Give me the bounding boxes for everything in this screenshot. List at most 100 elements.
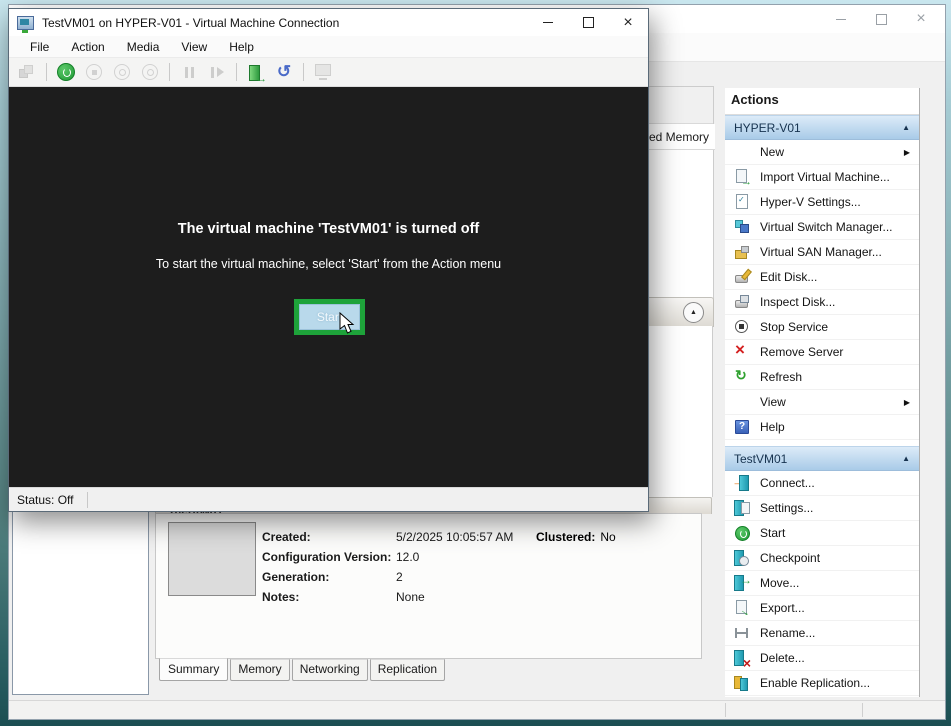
action-view[interactable]: View ▶ [725, 390, 919, 415]
action-new[interactable]: New ▶ [725, 140, 919, 165]
action-help-vm[interactable]: Help ▶ [725, 696, 919, 697]
start-icon [734, 525, 750, 541]
virtual-san-icon [734, 244, 750, 260]
action-item-label: Remove Server [760, 345, 843, 359]
vm-off-heading: The virtual machine 'TestVM01' is turned… [9, 221, 648, 237]
start-icon[interactable] [54, 60, 78, 84]
action-settings[interactable]: Settings... ▶ [725, 496, 919, 521]
edit-disk-icon [734, 269, 750, 285]
inspect-disk-icon [734, 294, 750, 310]
actions-panel-title: Actions [725, 88, 919, 115]
ctrl-alt-delete-icon[interactable] [15, 60, 39, 84]
checkpoints-panel-header-fragment: ▲ [640, 297, 714, 327]
field-generation: Generation:2 [262, 570, 513, 584]
action-export[interactable]: Export... ▶ [725, 596, 919, 621]
minimize-icon[interactable] [528, 10, 568, 36]
mouse-cursor-icon [339, 312, 356, 335]
vm-menu-bar: File Action Media View Help [9, 36, 648, 57]
action-virtual-switch-manager[interactable]: Virtual Switch Manager... ▶ [725, 215, 919, 240]
field-created: Created:5/2/2025 10:05:57 AM [262, 530, 513, 544]
maximize-icon[interactable] [568, 10, 608, 36]
virtual-machines-panel-fragment: ed Memory [646, 86, 714, 300]
tab-memory[interactable]: Memory [230, 659, 289, 681]
minimize-icon[interactable] [821, 6, 861, 32]
field-value: None [396, 590, 425, 604]
action-start[interactable]: Start ▶ [725, 521, 919, 546]
rename-icon [734, 625, 750, 641]
action-remove-server[interactable]: Remove Server ▶ [725, 340, 919, 365]
action-item-label: View [760, 395, 786, 409]
help-icon [734, 419, 750, 435]
vm-connection-window: TestVM01 on HYPER-V01 - Virtual Machine … [8, 8, 649, 512]
export-icon [734, 600, 750, 616]
vm-status-text: Status: Off [17, 493, 73, 507]
action-move[interactable]: Move... ▶ [725, 571, 919, 596]
menu-item[interactable]: Action [60, 40, 115, 54]
field-value: 12.0 [396, 550, 419, 564]
action-item-label: Import Virtual Machine... [760, 170, 890, 184]
import-icon [734, 169, 750, 185]
resume-icon[interactable] [205, 60, 229, 84]
action-delete[interactable]: Delete... ▶ [725, 646, 919, 671]
connect-icon [734, 475, 750, 491]
checkpoint-icon[interactable] [244, 60, 268, 84]
toolbar-separator[interactable] [303, 63, 304, 81]
action-stop-service[interactable]: Stop Service ▶ [725, 315, 919, 340]
hyperv-settings-icon [734, 194, 750, 210]
tab-summary[interactable]: Summary [159, 658, 228, 681]
remove-server-icon [734, 344, 750, 360]
action-enable-replication[interactable]: Enable Replication... ▶ [725, 671, 919, 696]
action-rename[interactable]: Rename... ▶ [725, 621, 919, 646]
field-notes: Notes:None [262, 590, 513, 604]
action-hyperv-settings[interactable]: Hyper-V Settings... ▶ [725, 190, 919, 215]
action-checkpoint[interactable]: Checkpoint ▶ [725, 546, 919, 571]
field-configuration-version: Configuration Version:12.0 [262, 550, 513, 564]
action-connect[interactable]: Connect... ▶ [725, 471, 919, 496]
action-refresh[interactable]: Refresh ▶ [725, 365, 919, 390]
tab-networking[interactable]: Networking [292, 659, 368, 681]
turn-off-icon[interactable] [82, 60, 106, 84]
revert-icon[interactable] [272, 60, 296, 84]
section-header-label: TestVM01 [734, 452, 787, 466]
action-help[interactable]: Help ▶ [725, 415, 919, 440]
virtual-switch-icon [734, 219, 750, 235]
save-state-icon[interactable] [138, 60, 162, 84]
menu-item[interactable]: File [19, 40, 60, 54]
enhanced-session-icon[interactable] [311, 60, 335, 84]
close-icon[interactable] [901, 6, 941, 32]
actions-section-testvm01[interactable]: TestVM01 ▲ [725, 446, 919, 471]
pause-icon[interactable] [177, 60, 201, 84]
collapse-chevron-icon[interactable]: ▲ [902, 454, 910, 463]
move-icon [734, 575, 750, 591]
section-header-label: HYPER-V01 [734, 121, 801, 135]
action-item-label: Rename... [760, 626, 815, 640]
action-item-label: Settings... [760, 501, 813, 515]
menu-item[interactable]: Media [116, 40, 171, 54]
close-icon[interactable] [608, 10, 648, 36]
shut-down-icon[interactable] [110, 60, 134, 84]
collapse-chevron-icon[interactable]: ▲ [902, 123, 910, 132]
action-item-label: Edit Disk... [760, 270, 817, 284]
action-inspect-disk[interactable]: Inspect Disk... ▶ [725, 290, 919, 315]
refresh-icon [734, 369, 750, 385]
console-tree-panel[interactable] [12, 508, 149, 695]
toolbar-separator[interactable] [236, 63, 237, 81]
tab-replication[interactable]: Replication [370, 659, 445, 681]
assigned-memory-column-header[interactable]: ed Memory [647, 124, 715, 150]
vm-details-panel: TestVM01 Created:5/2/2025 10:05:57 AM Co… [155, 497, 712, 693]
maximize-icon[interactable] [861, 6, 901, 32]
menu-item[interactable]: Help [218, 40, 265, 54]
action-virtual-san-manager[interactable]: Virtual SAN Manager... ▶ [725, 240, 919, 265]
menu-item[interactable]: View [170, 40, 218, 54]
action-item-label: Export... [760, 601, 805, 615]
action-import-virtual-machine[interactable]: Import Virtual Machine... ▶ [725, 165, 919, 190]
vm-title-bar[interactable]: TestVM01 on HYPER-V01 - Virtual Machine … [9, 9, 648, 36]
action-item-label: Stop Service [760, 320, 828, 334]
delete-icon [734, 650, 750, 666]
toolbar-separator[interactable] [46, 63, 47, 81]
collapse-chevron-icon[interactable]: ▲ [683, 302, 704, 323]
action-edit-disk[interactable]: Edit Disk... ▶ [725, 265, 919, 290]
toolbar-separator[interactable] [169, 63, 170, 81]
vm-screen: The virtual machine 'TestVM01' is turned… [9, 87, 648, 487]
actions-section-hyper-v01[interactable]: HYPER-V01 ▲ [725, 115, 919, 140]
